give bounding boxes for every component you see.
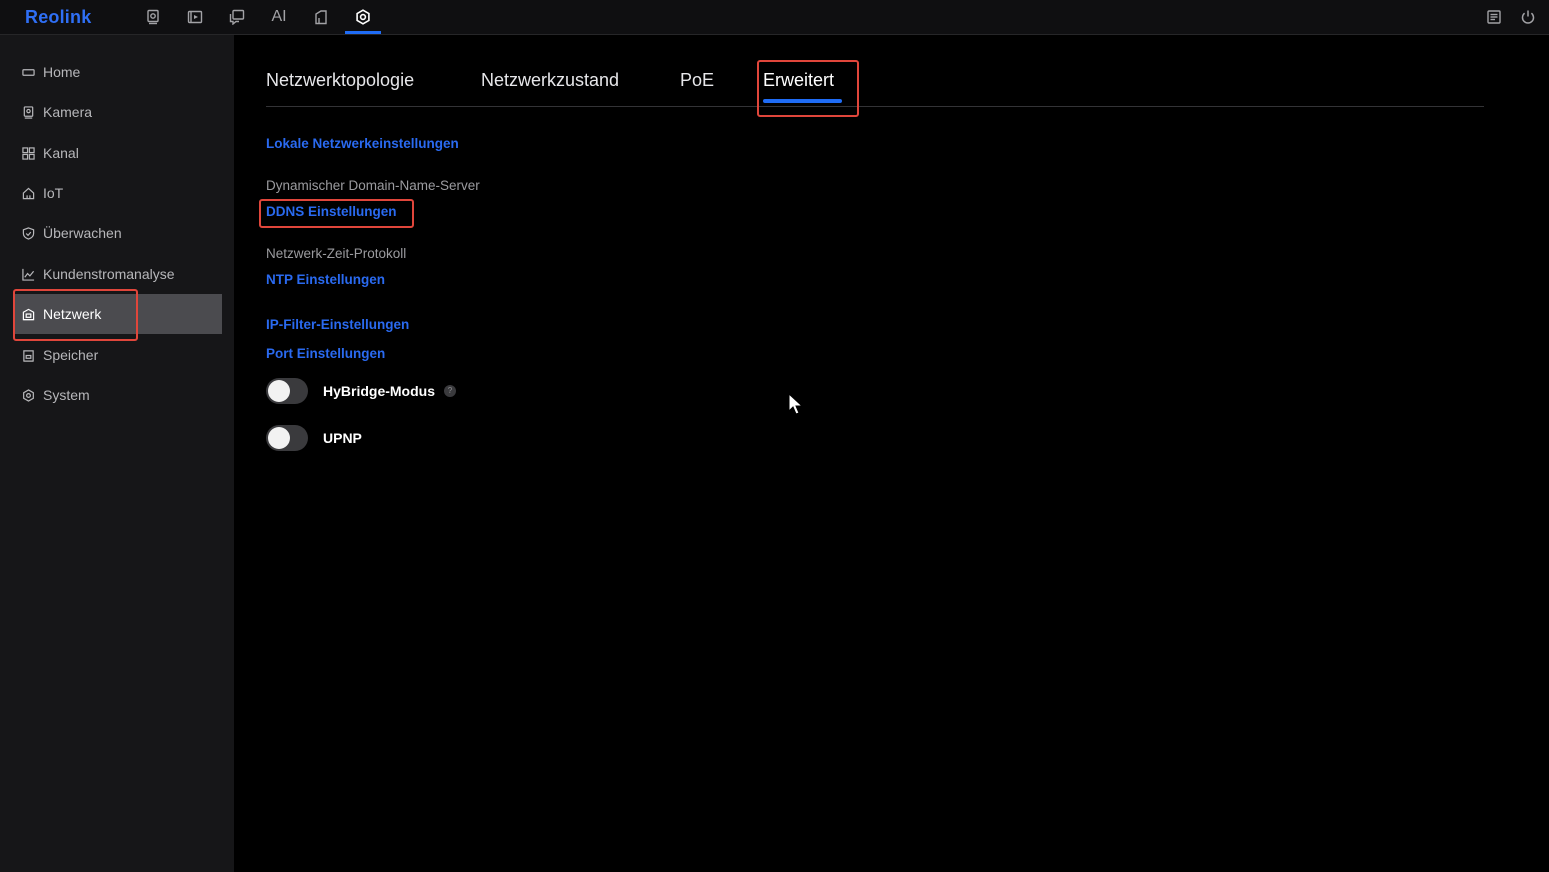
device-icon[interactable]	[311, 7, 331, 27]
active-tab-underline	[763, 99, 842, 103]
upnp-row: UPNP	[266, 424, 362, 452]
ntp-settings-link[interactable]: NTP Einstellungen	[266, 272, 385, 287]
network-icon	[22, 308, 35, 321]
sidebar-item-label: Kanal	[43, 145, 79, 161]
local-network-settings-link[interactable]: Lokale Netzwerkeinstellungen	[266, 136, 459, 151]
ai-label: AI	[271, 8, 287, 25]
port-settings-link[interactable]: Port Einstellungen	[266, 346, 385, 361]
sidebar-item-label: Home	[43, 64, 81, 80]
hybridge-toggle[interactable]	[266, 378, 308, 404]
notes-icon[interactable]	[1484, 7, 1504, 27]
message-icon[interactable]	[227, 7, 247, 27]
sidebar-item-iot[interactable]: IoT	[14, 173, 222, 213]
settings-icon[interactable]	[353, 7, 373, 27]
sidebar-item-ueberwachen[interactable]: Überwachen	[14, 213, 222, 253]
playback-icon[interactable]	[185, 7, 205, 27]
hybridge-label: HyBridge-Modus	[323, 383, 435, 399]
toggle-knob	[268, 380, 290, 402]
sidebar: Home Kamera Kanal IoT Überwachen Kundens…	[0, 35, 234, 872]
camera-icon	[22, 105, 35, 119]
help-icon[interactable]: ?	[444, 385, 456, 397]
hybridge-row: HyBridge-Modus ?	[266, 377, 456, 405]
tab-netzwerktopologie[interactable]: Netzwerktopologie	[266, 70, 414, 91]
sidebar-item-home[interactable]: Home	[14, 52, 222, 92]
sidebar-item-system[interactable]: System	[14, 375, 222, 415]
power-icon[interactable]	[1518, 7, 1538, 27]
sidebar-item-netzwerk[interactable]: Netzwerk	[14, 294, 222, 334]
upnp-label: UPNP	[323, 430, 362, 446]
tab-erweitert[interactable]: Erweitert	[763, 70, 834, 91]
sidebar-item-label: System	[43, 387, 90, 403]
tab-netzwerkzustand[interactable]: Netzwerkzustand	[481, 70, 619, 91]
sidebar-item-label: Speicher	[43, 347, 99, 363]
sidebar-item-label: IoT	[43, 185, 64, 201]
sidebar-item-label: Netzwerk	[43, 306, 102, 322]
tabs-divider	[266, 106, 1484, 107]
sidebar-item-label: Kundenstromanalyse	[43, 266, 175, 282]
ddns-section-label: Dynamischer Domain-Name-Server	[266, 178, 480, 193]
tab-poe[interactable]: PoE	[680, 70, 714, 91]
system-icon	[22, 388, 35, 402]
home-icon	[22, 66, 35, 79]
ddns-settings-link[interactable]: DDNS Einstellungen	[266, 204, 397, 219]
toggle-knob	[268, 427, 290, 449]
sidebar-item-label: Kamera	[43, 104, 93, 120]
shield-icon	[22, 226, 35, 240]
sidebar-item-kundenstromanalyse[interactable]: Kundenstromanalyse	[14, 254, 222, 294]
live-view-icon[interactable]	[143, 7, 163, 27]
sidebar-item-kanal[interactable]: Kanal	[14, 133, 222, 173]
active-section-underline	[345, 31, 381, 34]
ntp-section-label: Netzwerk-Zeit-Protokoll	[266, 246, 407, 261]
ip-filter-settings-link[interactable]: IP-Filter-Einstellungen	[266, 317, 409, 332]
storage-icon	[22, 349, 35, 362]
ai-icon[interactable]: AI	[269, 7, 289, 27]
app-window: Reolink AI Home Kamera Kanal IoT Überwac…	[0, 0, 1549, 872]
reolink-logo: Reolink	[25, 7, 92, 27]
sidebar-item-label: Überwachen	[43, 225, 122, 241]
chart-icon	[22, 268, 35, 281]
sidebar-item-speicher[interactable]: Speicher	[14, 335, 222, 375]
grid-icon	[22, 146, 35, 160]
mouse-cursor-icon	[788, 393, 804, 415]
sidebar-item-kamera[interactable]: Kamera	[14, 92, 222, 132]
upnp-toggle[interactable]	[266, 425, 308, 451]
top-bar: Reolink AI	[0, 0, 1549, 35]
house-icon	[22, 187, 35, 200]
